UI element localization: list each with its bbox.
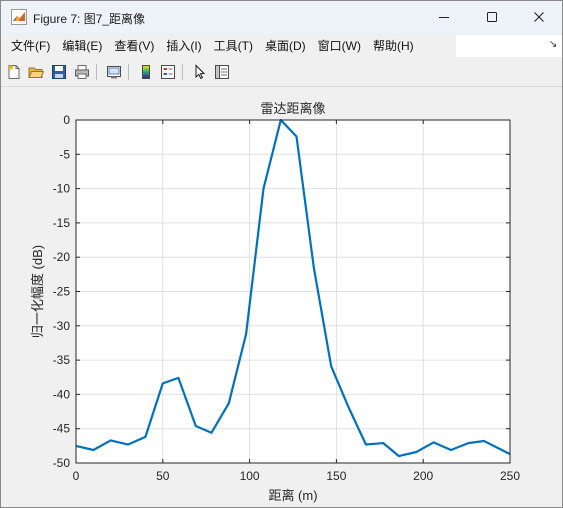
open-file-button[interactable] xyxy=(27,63,45,81)
insert-colorbar-button[interactable] xyxy=(137,63,155,81)
figure-window: Figure 7: 图7_距离像 文件(F) 编辑(E) 查看(V) 插入(I)… xyxy=(0,0,563,508)
figure-toolbar xyxy=(1,59,562,87)
y-axis-label: 归一化幅度 (dB) xyxy=(30,245,45,338)
toolbar-separator xyxy=(128,64,129,80)
insert-legend-icon xyxy=(161,65,175,79)
y-tick-label: -30 xyxy=(53,319,71,333)
x-tick-label: 50 xyxy=(156,469,170,483)
matlab-app-icon xyxy=(11,9,27,25)
property-inspector-button[interactable] xyxy=(213,63,231,81)
insert-colorbar-icon xyxy=(142,65,150,79)
property-inspector-icon xyxy=(215,65,229,79)
x-tick-label: 250 xyxy=(500,469,520,483)
link-plot-button[interactable] xyxy=(105,63,123,81)
plot-svg[interactable]: 0 50 100 150 200 250 0 -5 -10 -15 -20 -25 -30 -35 -40 -… xyxy=(1,88,562,508)
x-tick-label: 0 xyxy=(73,469,80,483)
menu-view[interactable]: 查看(V) xyxy=(108,35,160,57)
close-button[interactable] xyxy=(516,1,562,33)
title-bar[interactable]: Figure 7: 图7_距离像 xyxy=(1,1,562,33)
menu-desktop[interactable]: 桌面(D) xyxy=(259,35,312,57)
menu-tools[interactable]: 工具(T) xyxy=(208,35,259,57)
menu-help[interactable]: 帮助(H) xyxy=(367,35,420,57)
y-tick-label: -35 xyxy=(53,353,71,367)
y-tick-label: -15 xyxy=(53,216,71,230)
close-icon xyxy=(534,12,544,22)
print-icon xyxy=(75,65,89,79)
x-tick-label: 100 xyxy=(240,469,260,483)
y-tick-label: -50 xyxy=(53,456,71,470)
link-plot-icon xyxy=(107,66,121,79)
menu-window[interactable]: 窗口(W) xyxy=(312,35,367,57)
toolbar-separator xyxy=(96,64,97,80)
chart-title: 雷达距离像 xyxy=(260,101,325,116)
y-tick-label: -10 xyxy=(53,182,71,196)
new-figure-button[interactable] xyxy=(5,63,23,81)
menu-bar: 文件(F) 编辑(E) 查看(V) 插入(I) 工具(T) 桌面(D) 窗口(W… xyxy=(1,33,562,59)
edit-plot-button[interactable] xyxy=(191,63,209,81)
window-title: Figure 7: 图7_距离像 xyxy=(33,12,146,26)
edit-plot-icon xyxy=(195,64,206,80)
maximize-button[interactable] xyxy=(469,1,515,33)
open-file-icon xyxy=(28,67,44,78)
new-figure-icon xyxy=(8,65,20,79)
y-tick-label: -45 xyxy=(53,422,71,436)
x-tick-label: 150 xyxy=(326,469,346,483)
menu-file[interactable]: 文件(F) xyxy=(5,35,56,57)
menu-insert[interactable]: 插入(I) xyxy=(160,35,207,57)
minimize-button[interactable] xyxy=(421,1,467,33)
x-tick-label: 200 xyxy=(413,469,433,483)
insert-legend-button[interactable] xyxy=(159,63,177,81)
y-tick-label: -25 xyxy=(53,285,71,299)
save-icon xyxy=(52,65,66,79)
figure-canvas[interactable]: 0 50 100 150 200 250 0 -5 -10 -15 -20 -25 -30 -35 -40 -… xyxy=(1,88,562,508)
y-tick-label: -40 xyxy=(53,387,71,401)
y-tick-label: 0 xyxy=(63,113,70,127)
menu-bar-blank xyxy=(456,35,562,57)
toolbar-separator xyxy=(182,64,183,80)
save-button[interactable] xyxy=(50,63,68,81)
print-button[interactable] xyxy=(73,63,91,81)
menu-overflow-arrow-icon[interactable]: ↘ xyxy=(549,39,557,50)
maximize-icon xyxy=(487,12,497,22)
minimize-icon xyxy=(439,17,449,18)
y-tick-label: -5 xyxy=(59,147,70,161)
y-tick-label: -20 xyxy=(53,250,71,264)
menu-edit[interactable]: 编辑(E) xyxy=(56,35,108,57)
x-axis-label: 距离 (m) xyxy=(268,488,317,503)
